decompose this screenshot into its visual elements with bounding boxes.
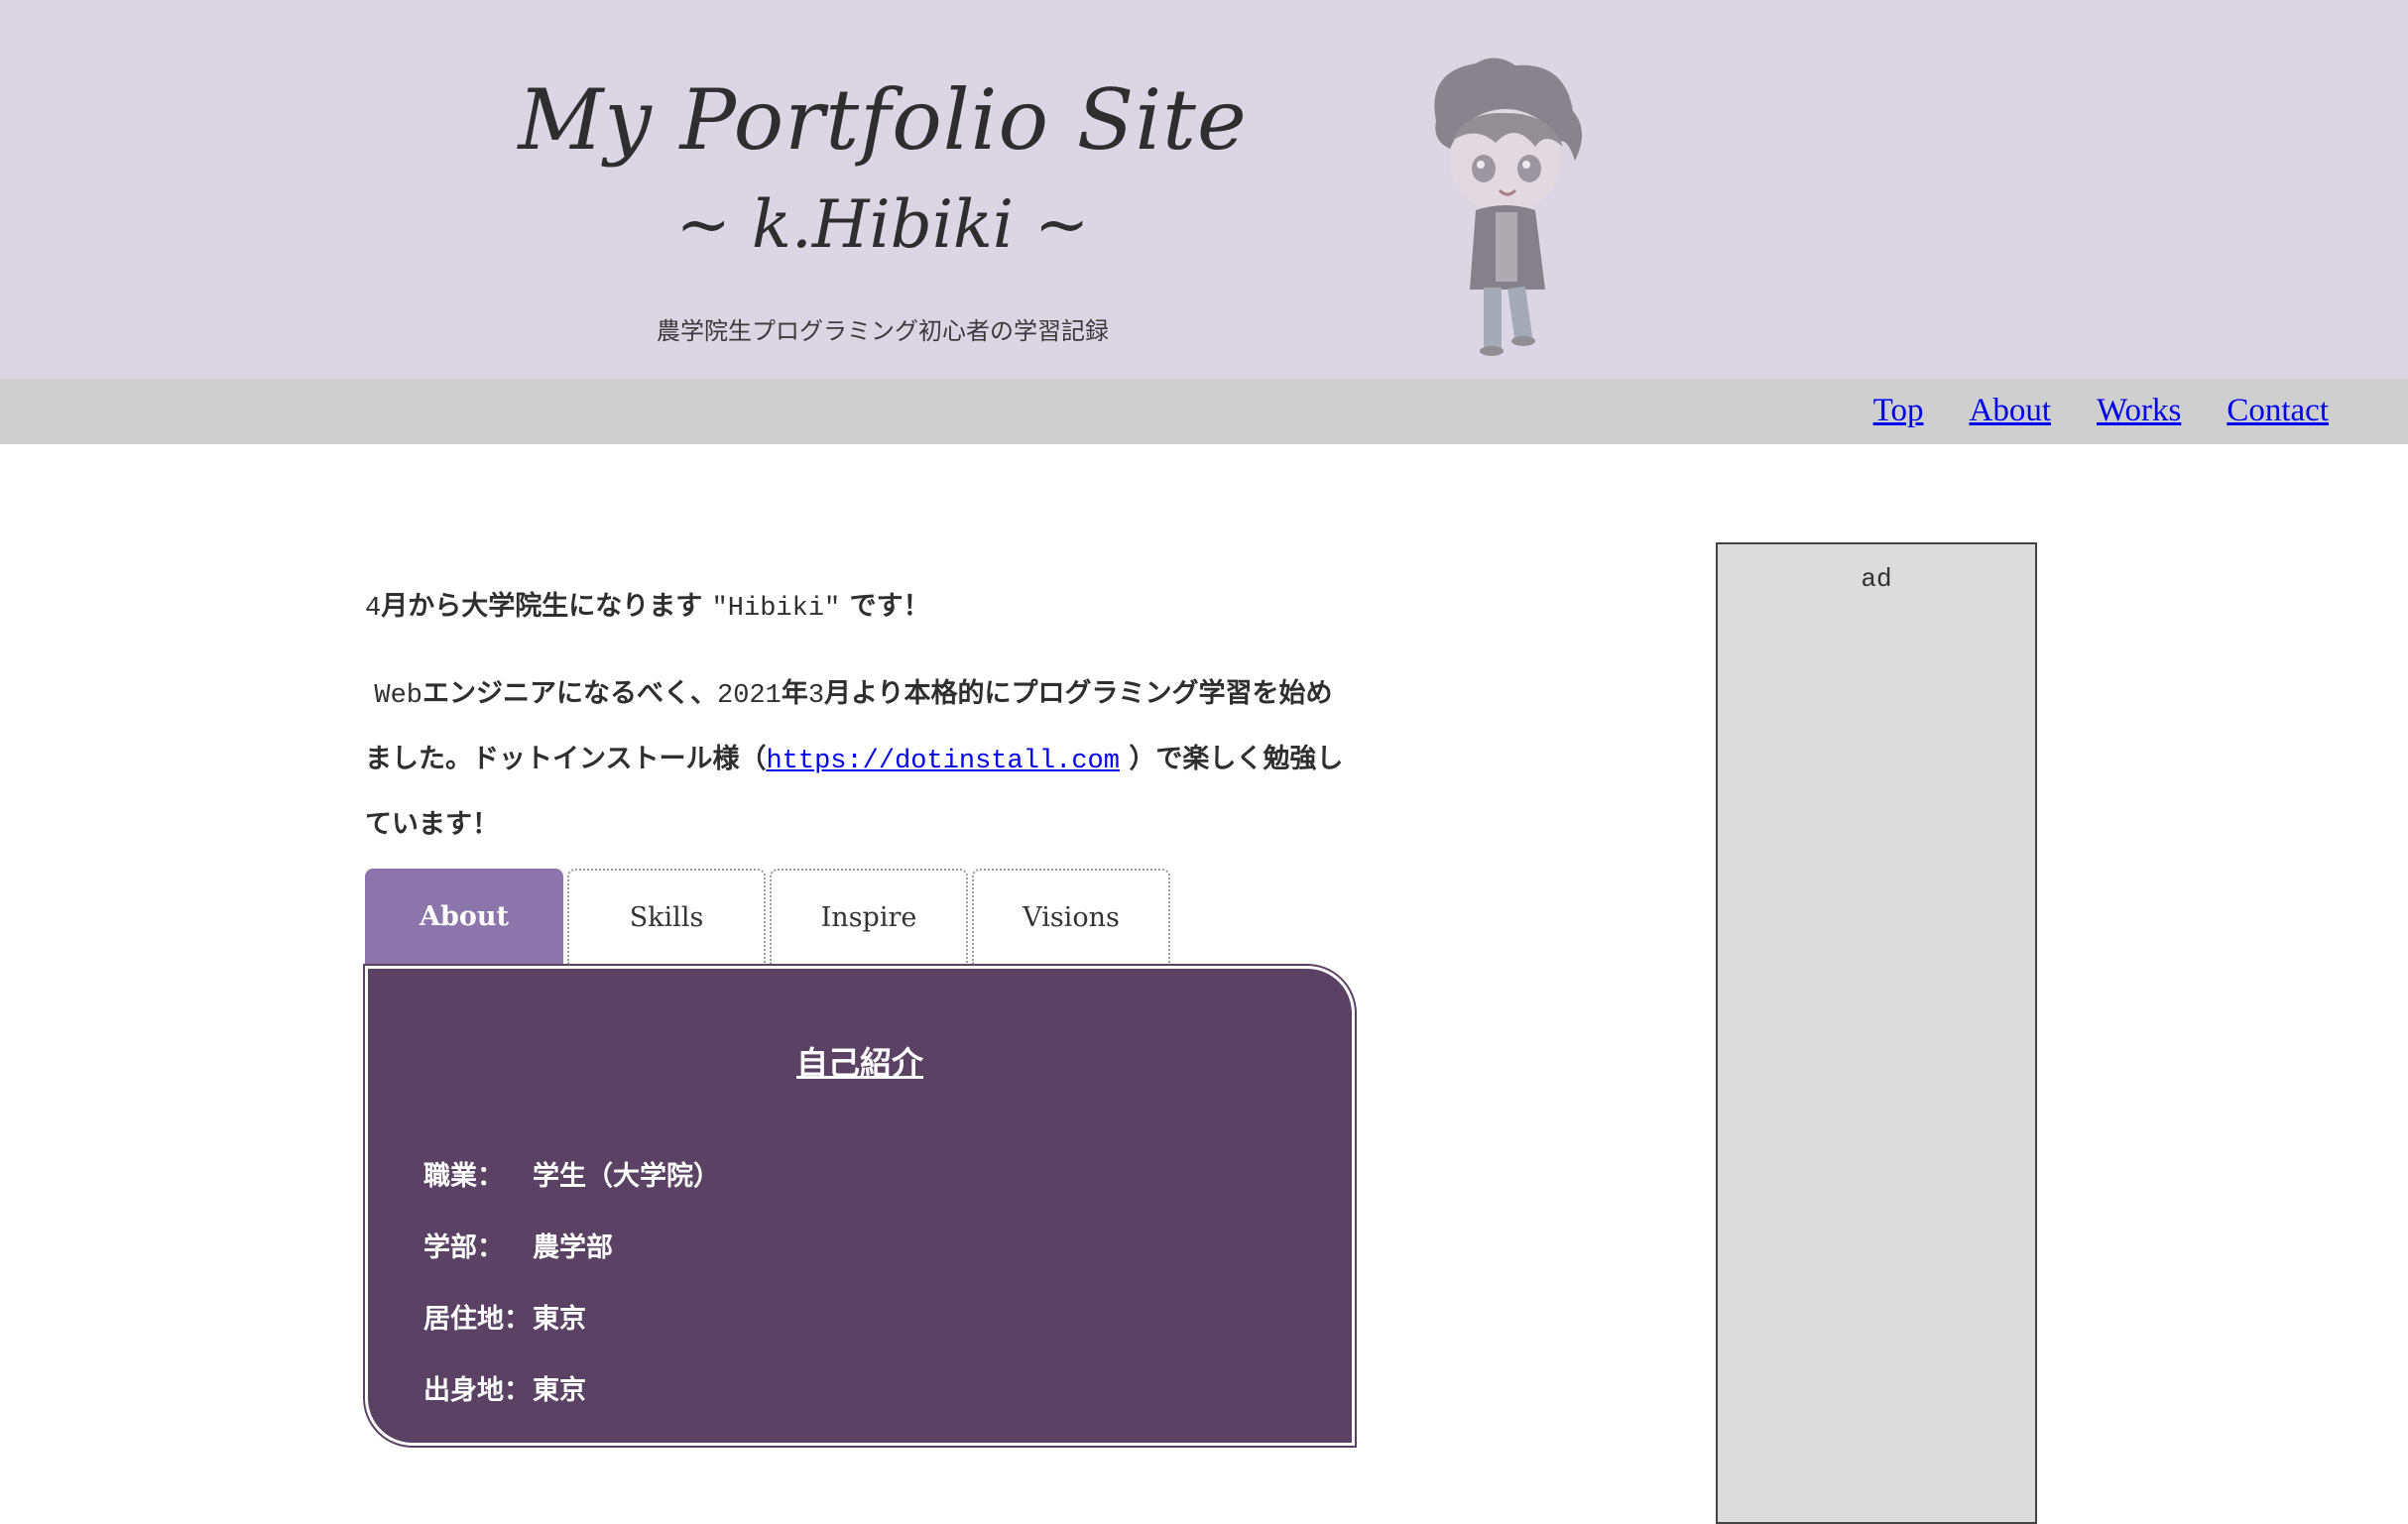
info-value: 農学部: [533, 1231, 613, 1263]
sidebar-ad[interactable]: ad: [1716, 542, 2037, 1524]
intro-text: 月から大学院生になります: [381, 591, 703, 622]
tab-inspire[interactable]: Inspire: [770, 869, 968, 964]
site-title: My Portfolio Site: [518, 71, 1248, 169]
intro-text: 年: [781, 678, 808, 709]
about-panel: 自己紹介 職業： 学生（大学院） 学部： 農学部 居住地： 東京 出身地： 東京: [363, 964, 1357, 1448]
intro-line-1: 4月から大学院生になります "Hibiki" です！: [365, 575, 1357, 641]
intro-text: Web: [374, 681, 423, 711]
intro-text: エンジニアになるべく、: [422, 678, 718, 709]
panel-title: 自己紹介: [795, 1044, 923, 1082]
nav-link-works[interactable]: Works: [2097, 393, 2181, 429]
profile-info-list: 職業： 学生（大学院） 学部： 農学部 居住地： 東京 出身地： 東京: [423, 1137, 720, 1423]
avatar-illustration: [1434, 58, 1583, 356]
intro-text: です！: [849, 591, 930, 622]
site-tagline: 農学院生プログラミング初心者の学習記録: [657, 317, 1109, 345]
info-value: 東京: [533, 1374, 586, 1406]
nav-link-about[interactable]: About: [1970, 393, 2052, 429]
intro-name: "Hibiki": [711, 594, 841, 624]
info-label: 学部：: [423, 1231, 504, 1263]
info-label: 居住地：: [423, 1303, 531, 1335]
nav-link-top[interactable]: Top: [1873, 393, 1924, 429]
info-value: 東京: [533, 1303, 586, 1335]
info-label: 職業：: [423, 1160, 504, 1192]
list-item: 学部： 農学部: [423, 1209, 720, 1280]
tab-visions[interactable]: Visions: [972, 869, 1170, 964]
tab-about[interactable]: About: [365, 869, 563, 964]
site-header: My Portfolio Site ~ k.Hibiki ~ 農学院生プログラミ…: [0, 0, 2408, 379]
ad-label: ad: [1861, 564, 1892, 594]
intro-text: 2021: [717, 681, 782, 711]
dotinstall-link[interactable]: https://dotinstall.com: [766, 747, 1119, 776]
list-item: 職業： 学生（大学院）: [423, 1137, 720, 1209]
intro-line-2: Webエンジニアになるべく、2021年3月より本格的にプログラミング学習を始めま…: [365, 662, 1357, 857]
tab-skills[interactable]: Skills: [567, 869, 766, 964]
site-subtitle: ~ k.Hibiki ~: [675, 186, 1090, 263]
list-item: 居住地： 東京: [423, 1280, 720, 1351]
info-label: 出身地：: [423, 1374, 531, 1406]
list-item: 出身地： 東京: [423, 1351, 720, 1423]
profile-tabs: About Skills Inspire Visions: [365, 869, 1174, 964]
nav-link-contact[interactable]: Contact: [2227, 393, 2329, 429]
intro-text: 4: [365, 594, 382, 624]
info-value: 学生（大学院）: [533, 1160, 720, 1192]
main-navbar: Top About Works Contact: [0, 379, 2408, 444]
intro-text: 3: [807, 681, 825, 711]
